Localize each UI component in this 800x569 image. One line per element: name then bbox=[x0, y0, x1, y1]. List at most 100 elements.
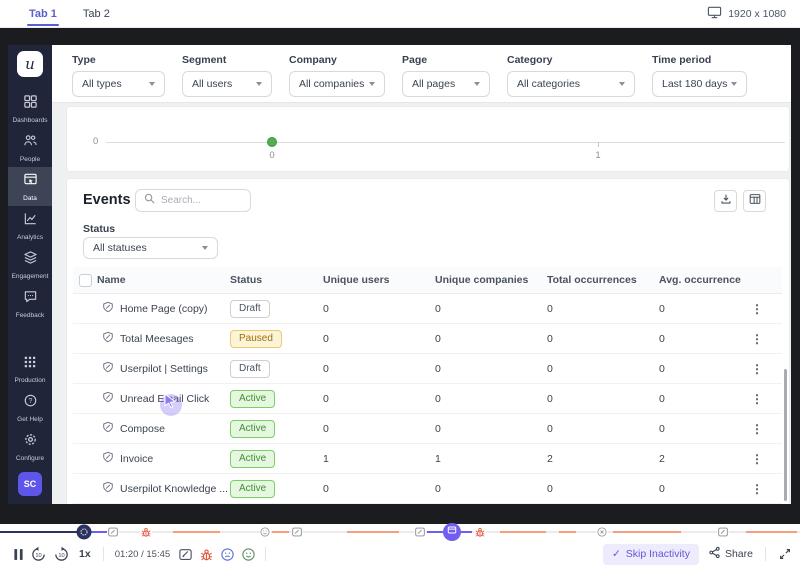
chevron-down-icon bbox=[202, 246, 208, 250]
skip-inactivity-label: Skip Inactivity bbox=[626, 548, 690, 560]
table-row[interactable]: Compose Active 0 0 0 0 ⋮ bbox=[73, 414, 782, 444]
kebab-menu-icon[interactable]: ⋮ bbox=[745, 332, 769, 346]
kebab-menu-icon[interactable]: ⋮ bbox=[745, 302, 769, 316]
filter-select-category[interactable]: All categories bbox=[507, 71, 635, 97]
tab-1[interactable]: Tab 1 bbox=[16, 0, 70, 27]
cell-avg-occurrence: 0 bbox=[659, 363, 745, 375]
sidebar-item-configure[interactable]: Configure bbox=[8, 427, 52, 466]
search-input[interactable] bbox=[161, 195, 241, 206]
select-all-checkbox[interactable] bbox=[79, 274, 92, 287]
sidebar-item-data[interactable]: Data bbox=[8, 167, 52, 206]
skip-inactivity-toggle[interactable]: ✓ Skip Inactivity bbox=[603, 544, 699, 565]
fullscreen-button[interactable] bbox=[778, 547, 792, 561]
filter-select-page[interactable]: All pages bbox=[402, 71, 490, 97]
kebab-menu-icon[interactable]: ⋮ bbox=[745, 482, 769, 496]
note-marker-icon[interactable] bbox=[718, 527, 729, 538]
status-badge: Draft bbox=[230, 300, 270, 318]
event-name: Compose bbox=[120, 423, 165, 435]
playhead[interactable] bbox=[77, 525, 92, 540]
sentiment-marker-icon[interactable] bbox=[260, 527, 271, 538]
cell-unique-companies: 0 bbox=[435, 303, 547, 315]
vertical-scrollbar[interactable] bbox=[784, 369, 787, 501]
tab-2[interactable]: Tab 2 bbox=[70, 0, 123, 27]
event-tag-icon bbox=[102, 361, 114, 376]
events-table: Name Status Unique users Unique companie… bbox=[73, 267, 782, 504]
events-search[interactable] bbox=[135, 189, 251, 212]
cell-unique-users: 0 bbox=[323, 483, 435, 495]
sidebar-item-analytics[interactable]: Analytics bbox=[8, 206, 52, 245]
frustration-marker-button[interactable] bbox=[220, 547, 235, 562]
table-row[interactable]: Userpilot Knowledge ... Active 0 0 0 0 ⋮ bbox=[73, 474, 782, 504]
rewind-10-button[interactable]: 10 bbox=[30, 546, 47, 563]
sidebar-item-production[interactable]: Production bbox=[8, 350, 52, 388]
forward-10-button[interactable]: 10 bbox=[53, 546, 70, 563]
kebab-menu-icon[interactable]: ⋮ bbox=[745, 392, 769, 406]
dashboards-icon bbox=[23, 94, 38, 114]
table-row[interactable]: Total Meesages Paused 0 0 0 0 ⋮ bbox=[73, 324, 782, 354]
filter-select-segment[interactable]: All users bbox=[182, 71, 272, 97]
table-header-row: Name Status Unique users Unique companie… bbox=[73, 267, 782, 294]
share-button[interactable]: Share bbox=[708, 546, 753, 562]
report-bug-button[interactable] bbox=[199, 547, 214, 562]
timeline[interactable] bbox=[0, 524, 800, 540]
event-name: Invoice bbox=[120, 453, 153, 465]
sentiment-marker-icon[interactable] bbox=[597, 527, 608, 538]
cell-avg-occurrence: 0 bbox=[659, 333, 745, 345]
sidebar-item-dashboards[interactable]: Dashboards bbox=[8, 89, 52, 128]
event-tag-icon bbox=[102, 421, 114, 436]
column-header-unique-users[interactable]: Unique users bbox=[323, 274, 435, 286]
column-header-avg-occurrence[interactable]: Avg. occurrence bbox=[659, 274, 745, 286]
filter-label-time-period: Time period bbox=[652, 54, 747, 66]
filter-select-time-period[interactable]: Last 180 days bbox=[652, 71, 747, 97]
kebab-menu-icon[interactable]: ⋮ bbox=[745, 362, 769, 376]
svg-text:10: 10 bbox=[35, 552, 41, 558]
column-header-total-occurrences[interactable]: Total occurrences bbox=[547, 274, 659, 286]
note-marker-icon[interactable] bbox=[292, 527, 303, 538]
column-header-status[interactable]: Status bbox=[230, 274, 323, 286]
event-tag-icon bbox=[102, 451, 114, 466]
sidebar-item-get-help[interactable]: ? Get Help bbox=[8, 388, 52, 427]
playback-speed[interactable]: 1x bbox=[76, 548, 94, 560]
inactivity-segment bbox=[613, 531, 681, 533]
chart-data-point[interactable] bbox=[267, 137, 277, 147]
column-header-unique-companies[interactable]: Unique companies bbox=[435, 274, 547, 286]
table-row[interactable]: Userpilot | Settings Draft 0 0 0 0 ⋮ bbox=[73, 354, 782, 384]
cell-unique-companies: 0 bbox=[435, 423, 547, 435]
table-row[interactable]: Home Page (copy) Draft 0 0 0 0 ⋮ bbox=[73, 294, 782, 324]
filter-select-type[interactable]: All types bbox=[72, 71, 165, 97]
table-row[interactable]: Invoice Active 1 1 2 2 ⋮ bbox=[73, 444, 782, 474]
replayed-screen: u Dashboards People Data Analytics bbox=[8, 45, 791, 504]
export-button[interactable] bbox=[714, 190, 737, 212]
bug-marker-icon[interactable] bbox=[140, 526, 152, 538]
happy-marker-button[interactable] bbox=[241, 547, 256, 562]
sidebar-label: Production bbox=[14, 377, 45, 384]
analytics-icon bbox=[23, 211, 38, 231]
cell-unique-companies: 1 bbox=[435, 453, 547, 465]
sidebar-item-feedback[interactable]: Feedback bbox=[8, 284, 52, 323]
search-icon bbox=[143, 192, 156, 210]
pause-button[interactable] bbox=[13, 548, 24, 561]
sidebar-item-engagement[interactable]: Engagement bbox=[8, 245, 52, 284]
sidebar-item-people[interactable]: People bbox=[8, 128, 52, 167]
svg-text:10: 10 bbox=[58, 552, 64, 558]
player-bar: 10 10 1x 01:20 / 15:45 ✓ Skip Inactivity… bbox=[0, 524, 800, 569]
note-marker-icon[interactable] bbox=[108, 527, 119, 538]
bug-marker-icon[interactable] bbox=[474, 526, 486, 538]
status-filter-select[interactable]: All statuses bbox=[83, 237, 218, 259]
filter-select-company[interactable]: All companies bbox=[289, 71, 385, 97]
filter-value: Last 180 days bbox=[662, 78, 727, 90]
cell-unique-users: 0 bbox=[323, 363, 435, 375]
kebab-menu-icon[interactable]: ⋮ bbox=[745, 422, 769, 436]
sidebar-label: Engagement bbox=[12, 273, 49, 280]
add-note-button[interactable] bbox=[178, 547, 193, 562]
userpilot-logo[interactable]: u bbox=[17, 51, 43, 77]
column-header-name[interactable]: Name bbox=[97, 274, 230, 286]
recorded-cursor-icon bbox=[164, 393, 178, 413]
kebab-menu-icon[interactable]: ⋮ bbox=[745, 452, 769, 466]
sidebar-label: Get Help bbox=[17, 416, 43, 423]
status-badge: Paused bbox=[230, 330, 282, 348]
sidebar-label: Feedback bbox=[16, 312, 45, 319]
note-marker-icon[interactable] bbox=[415, 527, 426, 538]
user-avatar[interactable]: SC bbox=[18, 472, 42, 496]
columns-button[interactable] bbox=[743, 190, 766, 212]
